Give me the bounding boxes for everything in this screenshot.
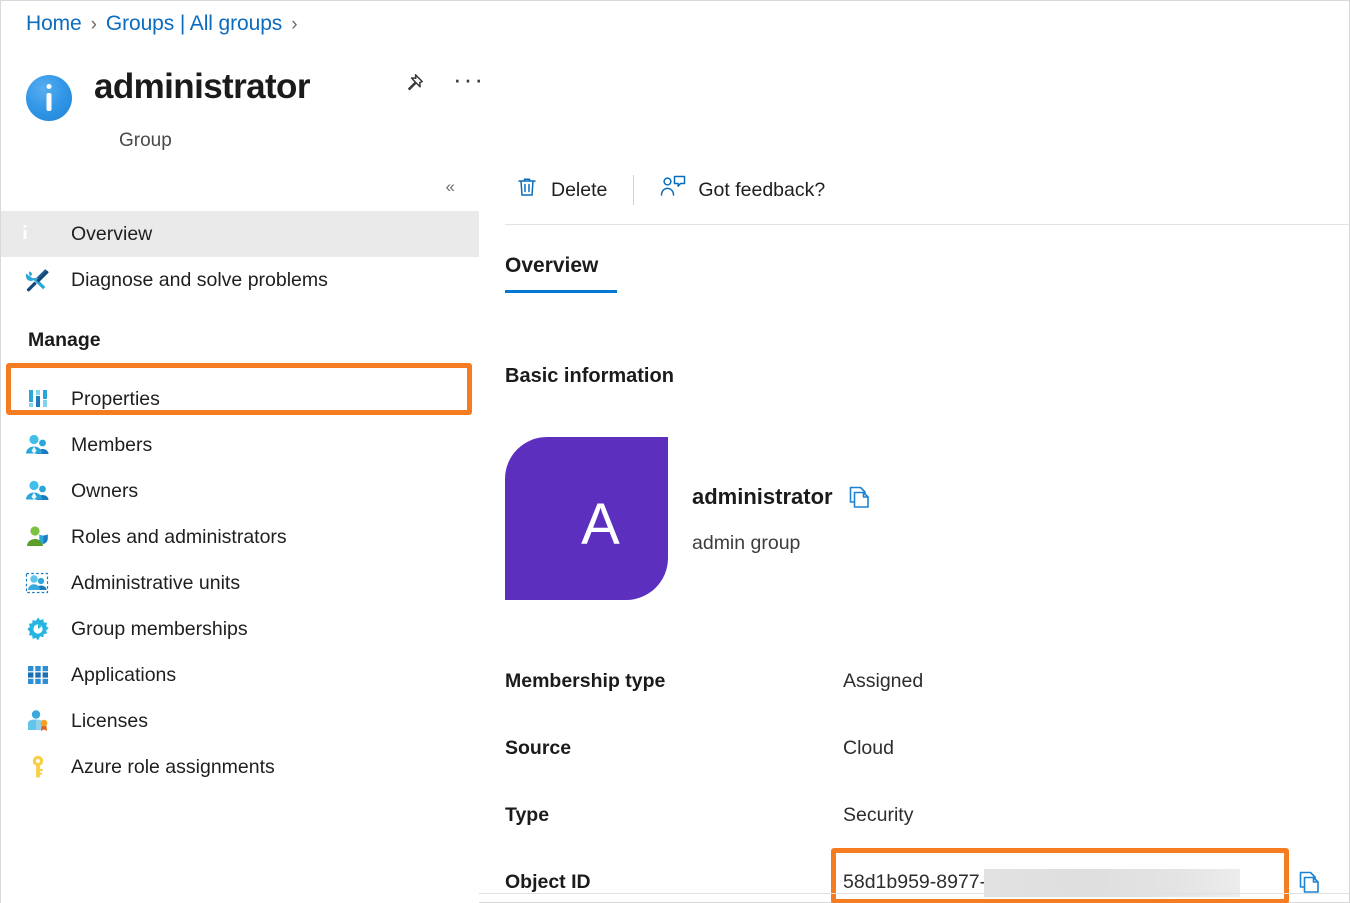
properties-bars-icon <box>25 386 51 412</box>
collapse-sidebar-icon[interactable]: « <box>446 178 455 195</box>
main-content: Delete Got feedback? Overview Basi <box>479 156 1350 903</box>
page-header: administrator ··· Group <box>26 69 310 152</box>
wrench-screwdriver-icon <box>25 267 51 293</box>
sidebar-item-licenses[interactable]: Licenses <box>1 698 479 744</box>
sidebar-item-label-administrative-units: Administrative units <box>71 572 240 595</box>
tab-bar: Overview <box>505 254 617 293</box>
avatar: A <box>505 437 668 600</box>
property-key-source: Source <box>505 737 843 760</box>
breadcrumb: Home › Groups | All groups › <box>26 12 306 36</box>
group-description: admin group <box>692 532 872 555</box>
info-icon <box>26 75 72 121</box>
sidebar-item-overview[interactable]: Overview <box>1 211 479 257</box>
property-value-type: Security <box>843 804 913 827</box>
sidebar-section-title-manage: Manage <box>28 329 432 352</box>
pin-icon[interactable] <box>401 72 425 96</box>
sidebar-item-label-licenses: Licenses <box>71 710 148 733</box>
got-feedback-button[interactable]: Got feedback? <box>650 169 835 211</box>
sidebar-item-azure-role-assignments[interactable]: Azure role assignments <box>1 744 479 790</box>
owners-people-icon <box>25 478 51 504</box>
sidebar-item-label-diagnose: Diagnose and solve problems <box>71 269 328 292</box>
sidebar-item-group-memberships[interactable]: Group memberships <box>1 606 479 652</box>
breadcrumb-item-home[interactable]: Home <box>26 12 82 36</box>
command-bar: Delete Got feedback? <box>479 156 1350 224</box>
sidebar-item-properties[interactable]: Properties <box>1 376 479 422</box>
sidebar-item-applications[interactable]: Applications <box>1 652 479 698</box>
property-value-source: Cloud <box>843 737 894 760</box>
more-options-icon[interactable]: ··· <box>453 74 485 94</box>
key-icon <box>25 754 51 780</box>
copy-icon[interactable] <box>847 485 872 510</box>
breadcrumb-item-groups-all-groups[interactable]: Groups | All groups <box>106 12 282 36</box>
sidebar-item-label-group-memberships: Group memberships <box>71 618 248 641</box>
property-row-object-id: Object ID 58d1b959-8977- <box>505 849 1350 903</box>
sidebar-item-administrative-units[interactable]: Administrative units <box>1 560 479 606</box>
identity-block: A administrator admin group <box>505 437 872 600</box>
delete-label: Delete <box>551 179 607 202</box>
sidebar-item-roles-and-administrators[interactable]: Roles and administrators <box>1 514 479 560</box>
property-value-membership-type: Assigned <box>843 670 923 693</box>
sidebar-item-label-owners: Owners <box>71 480 138 503</box>
got-feedback-label: Got feedback? <box>698 179 825 202</box>
section-title-basic-information: Basic information <box>505 365 674 388</box>
sidebar-item-label-applications: Applications <box>71 664 176 687</box>
azure-portal-group-overview: Home › Groups | All groups › administrat… <box>0 0 1350 903</box>
avatar-letter: A <box>581 491 620 558</box>
sidebar-item-owners[interactable]: Owners <box>1 468 479 514</box>
object-id-value[interactable]: 58d1b959-8977- <box>843 871 986 894</box>
applications-grid-icon <box>25 662 51 688</box>
sidebar-item-label-members: Members <box>71 434 152 457</box>
roles-person-shield-icon <box>25 524 51 550</box>
command-separator <box>633 175 634 205</box>
property-key-object-id: Object ID <box>505 871 843 894</box>
feedback-person-icon <box>660 175 686 205</box>
sidebar-item-members[interactable]: Members <box>1 422 479 468</box>
delete-button[interactable]: Delete <box>505 169 617 211</box>
tab-active-indicator <box>505 290 617 293</box>
licenses-badge-icon <box>25 708 51 734</box>
administrative-units-icon <box>25 570 51 596</box>
sidebar: « Overview Diagnose <box>1 156 479 903</box>
info-icon <box>25 221 51 247</box>
sidebar-item-label-properties: Properties <box>71 388 160 411</box>
property-key-type: Type <box>505 804 843 827</box>
sidebar-section-divider <box>28 365 432 366</box>
sidebar-item-label-overview: Overview <box>71 223 152 246</box>
property-row-source: Source Cloud <box>505 715 1350 782</box>
trash-icon <box>515 175 539 205</box>
sidebar-nav-list: Overview Diagnose and solve problems Man… <box>1 211 479 790</box>
members-people-icon <box>25 432 51 458</box>
property-row-membership-type: Membership type Assigned <box>505 648 1350 715</box>
property-key-membership-type: Membership type <box>505 670 843 693</box>
breadcrumb-separator-icon-2: › <box>291 14 297 36</box>
sidebar-item-diagnose-and-solve-problems[interactable]: Diagnose and solve problems <box>1 257 479 303</box>
page-title: administrator <box>94 69 310 104</box>
content-bottom-divider <box>479 893 1350 894</box>
copy-icon[interactable] <box>1297 870 1322 895</box>
breadcrumb-separator-icon: › <box>91 14 97 36</box>
page-subtitle: Group <box>119 130 310 152</box>
sidebar-item-label-azure-role-assignments: Azure role assignments <box>71 756 275 779</box>
tab-overview[interactable]: Overview <box>505 254 598 290</box>
group-name: administrator <box>692 484 833 510</box>
property-row-type: Type Security <box>505 782 1350 849</box>
sidebar-item-label-roles: Roles and administrators <box>71 526 287 549</box>
gear-icon <box>25 616 51 642</box>
command-bar-divider <box>505 224 1350 225</box>
properties-list: Membership type Assigned Source Cloud Ty… <box>505 648 1350 903</box>
